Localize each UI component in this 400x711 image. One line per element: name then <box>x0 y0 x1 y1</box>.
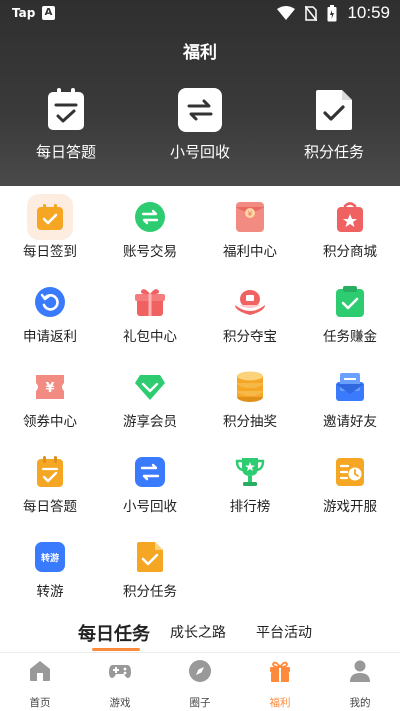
grid-label: 每日签到 <box>23 244 77 260</box>
grid-item-vip-member[interactable]: 游享会员 <box>100 370 200 430</box>
grid-item-alt-account-recycle[interactable]: 小号回收 <box>100 455 200 515</box>
nav-label: 我的 <box>349 697 371 709</box>
grid-label: 排行榜 <box>229 499 271 515</box>
gift-icon <box>270 661 290 682</box>
grid-label: 转游 <box>36 584 64 600</box>
nav-circle[interactable]: 圈子 <box>160 659 240 710</box>
grid-item-transfer-game[interactable]: 转游 转游 <box>0 540 100 600</box>
user-icon <box>350 660 370 682</box>
grid-item-coupon-center[interactable]: ¥ 领券中心 <box>0 370 100 430</box>
quick-label: 小号回收 <box>169 143 230 161</box>
svg-text:¥: ¥ <box>45 381 54 396</box>
grid-item-account-trade[interactable]: 账号交易 <box>100 200 200 260</box>
grid-item-game-server-open[interactable]: 游戏开服 <box>300 455 400 515</box>
grid-label: 小号回收 <box>123 499 177 515</box>
swap-arrows-icon <box>133 455 167 489</box>
nav-label: 游戏 <box>109 697 131 709</box>
grid-label: 邀请好友 <box>323 414 377 430</box>
grid-label: 积分商城 <box>323 244 377 260</box>
grid-label: 积分抽奖 <box>223 414 277 430</box>
grid-label: 礼包中心 <box>123 329 177 345</box>
grid-label: 积分任务 <box>123 584 177 600</box>
server-clock-icon <box>333 455 367 489</box>
coins-icon <box>233 370 267 404</box>
grid-label: 账号交易 <box>123 244 177 260</box>
header: Tap A 10:59 福利 每日答题 小号回收 积分任务 <box>0 0 400 186</box>
grid-label: 领券中心 <box>23 414 77 430</box>
quick-label: 积分任务 <box>303 143 364 161</box>
quick-item-alt-account-recycle[interactable]: 小号回收 <box>140 88 260 162</box>
tab-growth-path[interactable]: 成长之路 <box>170 622 226 642</box>
gift-icon <box>133 285 167 319</box>
nav-welfare[interactable]: 福利 <box>240 659 320 710</box>
grid-item-leaderboard[interactable]: 排行榜 <box>200 455 300 515</box>
grid-item-points-lottery[interactable]: 积分抽奖 <box>200 370 300 430</box>
status-bar: Tap A 10:59 <box>0 0 400 28</box>
tab-platform-activity[interactable]: 平台活动 <box>256 622 312 642</box>
bottom-nav: 首页 游戏 圈子 福利 我的 <box>0 652 400 711</box>
grid-item-daily-quiz[interactable]: 每日答题 <box>0 455 100 515</box>
refund-icon <box>33 285 67 319</box>
status-carrier: Tap <box>12 6 36 20</box>
nav-label: 圈子 <box>189 697 211 709</box>
transfer-game-badge-text: 转游 <box>41 552 59 564</box>
grid-item-points-mall[interactable]: 积分商城 <box>300 200 400 260</box>
grid-label: 福利中心 <box>223 244 277 260</box>
treasure-icon <box>233 285 267 319</box>
status-time: 10:59 <box>347 3 390 22</box>
nav-games[interactable]: 游戏 <box>80 659 160 710</box>
task-icon <box>333 285 367 319</box>
grid-item-gift-center[interactable]: 礼包中心 <box>100 285 200 345</box>
coupon-icon: ¥ <box>33 370 67 404</box>
home-icon <box>30 661 50 681</box>
grid-label: 任务赚金 <box>323 329 377 345</box>
active-tab-indicator <box>92 648 140 651</box>
diamond-icon <box>133 370 167 404</box>
grid-label: 游戏开服 <box>323 499 377 515</box>
red-envelope-icon: ¥ <box>233 200 267 234</box>
grid-item-apply-rebate[interactable]: 申请返利 <box>0 285 100 345</box>
quick-item-daily-quiz[interactable]: 每日答题 <box>6 88 126 162</box>
quick-item-points-task[interactable]: 积分任务 <box>274 88 394 162</box>
document-check-icon <box>133 540 167 574</box>
gamepad-icon <box>109 665 131 678</box>
transfer-game-icon: 转游 <box>33 540 67 574</box>
grid-item-welfare-center[interactable]: ¥ 福利中心 <box>200 200 300 260</box>
nav-label: 福利 <box>269 697 291 709</box>
swap-arrows-icon <box>178 88 222 132</box>
grid-item-points-treasure[interactable]: 积分夺宝 <box>200 285 300 345</box>
compass-icon <box>189 660 211 682</box>
grid-item-invite-friends[interactable]: 邀请好友 <box>300 370 400 430</box>
battery-icon <box>327 4 337 21</box>
svg-text:¥: ¥ <box>248 210 253 218</box>
grid-item-daily-checkin[interactable]: 每日签到 <box>0 194 100 260</box>
clipboard-check-icon <box>33 455 67 489</box>
nav-label: 首页 <box>29 697 51 709</box>
no-sim-icon <box>305 5 318 21</box>
grid-label: 申请返利 <box>23 329 77 345</box>
grid-item-points-task[interactable]: 积分任务 <box>100 540 200 600</box>
grid-label: 游享会员 <box>123 414 177 430</box>
trophy-icon <box>233 455 267 489</box>
wifi-icon <box>277 6 296 20</box>
grid-label: 积分夺宝 <box>223 329 277 345</box>
tab-daily-task[interactable]: 每日任务 <box>78 620 150 646</box>
exchange-icon <box>133 200 167 234</box>
notification-icon: A <box>42 6 55 20</box>
page-title: 福利 <box>183 43 217 63</box>
task-tabs: 每日任务 成长之路 平台活动 <box>0 622 400 652</box>
grid-label: 每日答题 <box>23 499 77 515</box>
nav-home[interactable]: 首页 <box>0 659 80 710</box>
nav-mine[interactable]: 我的 <box>320 659 400 710</box>
status-right: 10:59 <box>277 3 390 23</box>
quick-label: 每日答题 <box>35 143 96 161</box>
shopping-bag-icon <box>333 200 367 234</box>
grid-item-task-earn[interactable]: 任务赚金 <box>300 285 400 345</box>
calendar-check-icon <box>27 194 73 240</box>
mail-icon <box>333 370 367 404</box>
clipboard-check-icon <box>44 88 88 132</box>
document-check-icon <box>312 88 356 132</box>
